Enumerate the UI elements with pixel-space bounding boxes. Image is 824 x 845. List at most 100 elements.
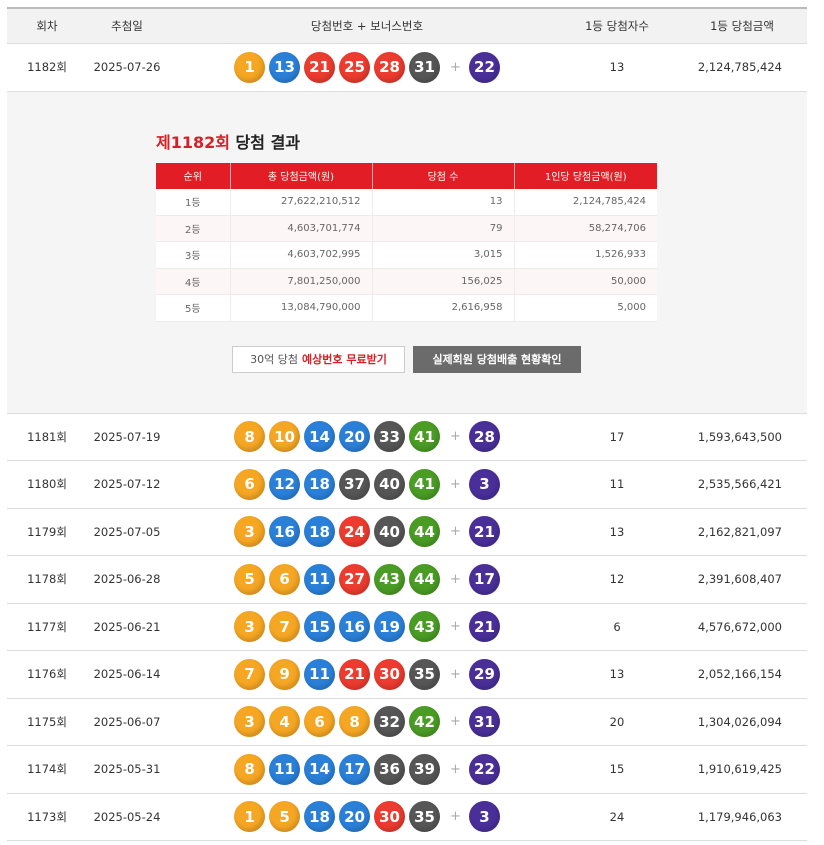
number-ball: 12 <box>269 468 301 500</box>
draw-round: 1175회 <box>27 714 67 729</box>
draw-date: 2025-07-19 <box>93 429 161 444</box>
number-ball: 19 <box>374 611 406 643</box>
prize-row: 3등 4,603,702,995 3,015 1,526,933 <box>156 241 657 269</box>
prize-cell: 2,124,785,424 <box>514 188 657 216</box>
draw-numbers: 1 13 21 25 28 31 +22 <box>167 51 567 83</box>
number-ball: 14 <box>304 421 336 453</box>
number-ball: 35 <box>409 801 441 833</box>
number-ball: 27 <box>339 563 371 595</box>
draw-date: 2025-05-24 <box>93 809 161 824</box>
prize-cell: 4등 <box>156 268 231 295</box>
draw-round: 1173회 <box>27 809 67 824</box>
draw-row[interactable]: 1180회 2025-07-12 6 12 18 37 40 41 +3 11 2,535,… <box>7 461 807 509</box>
number-ball: 20 <box>339 421 371 453</box>
plus-sign: + <box>450 666 461 682</box>
prize-cell: 4,603,701,774 <box>230 215 373 242</box>
draw-row[interactable]: 1174회 2025-05-31 8 11 14 17 36 39 +22 15 1,910… <box>7 746 807 794</box>
number-ball: 11 <box>269 753 301 785</box>
prize-cell: 156,025 <box>372 268 515 295</box>
number-ball: 1 <box>234 801 266 833</box>
prize-row: 4등 7,801,250,000 156,025 50,000 <box>156 268 657 295</box>
number-ball: 3 <box>234 611 266 643</box>
prize-cell: 3등 <box>156 241 231 269</box>
bonus-ball: 28 <box>468 421 500 453</box>
draw-date: 2025-06-07 <box>93 714 161 729</box>
free-prediction-accent: 예상번호 무료받기 <box>302 353 387 366</box>
draw-winners: 20 <box>609 714 625 729</box>
number-ball: 7 <box>234 658 266 690</box>
number-ball: 43 <box>374 563 406 595</box>
draw-winners: 6 <box>613 619 621 634</box>
number-ball: 11 <box>304 563 336 595</box>
number-ball: 21 <box>304 51 336 83</box>
plus-sign: + <box>450 59 461 75</box>
plus-sign: + <box>450 571 461 587</box>
draw-date: 2025-07-05 <box>93 524 161 539</box>
number-ball: 8 <box>234 421 266 453</box>
draw-prize: 1,593,643,500 <box>697 429 782 444</box>
draw-numbers: 8 11 14 17 36 39 +22 <box>167 753 567 785</box>
prize-cell: 5,000 <box>514 294 657 322</box>
draw-prize: 1,910,619,425 <box>697 762 782 777</box>
draw-numbers: 3 16 18 24 40 44 +21 <box>167 516 567 548</box>
prize-cell: 2,616,958 <box>372 294 515 322</box>
number-ball: 6 <box>269 563 301 595</box>
draw-numbers: 6 12 18 37 40 41 +3 <box>167 468 567 500</box>
number-ball: 30 <box>374 801 406 833</box>
col-total-prize: 총 당첨금액(원) <box>230 162 373 189</box>
draw-round: 1179회 <box>27 524 67 539</box>
draw-row[interactable]: 1178회 2025-06-28 5 6 11 27 43 44 +17 12 2,391,… <box>7 556 807 604</box>
draw-numbers: 1 5 18 20 30 35 +3 <box>167 801 567 833</box>
draw-prize: 2,052,166,154 <box>697 667 782 682</box>
number-ball: 16 <box>339 611 371 643</box>
draw-numbers: 3 4 6 8 32 42 +31 <box>167 706 567 738</box>
plus-sign: + <box>450 524 461 540</box>
prize-row: 5등 13,084,790,000 2,616,958 5,000 <box>156 294 657 322</box>
prize-cell: 7,801,250,000 <box>230 268 373 295</box>
col-per-person: 1인당 당첨금액(원) <box>514 162 657 189</box>
number-ball: 30 <box>374 658 406 690</box>
draw-round: 1176회 <box>27 667 67 682</box>
plus-sign: + <box>450 809 461 825</box>
draw-prize: 1,304,026,094 <box>697 714 782 729</box>
number-ball: 36 <box>374 753 406 785</box>
draw-winners: 11 <box>609 477 625 492</box>
free-prediction-button[interactable]: 30억 당첨 예상번호 무료받기 <box>232 345 405 373</box>
prize-breakdown-table: 순위 총 당첨금액(원) 당첨 수 1인당 당첨금액(원) 1등 27,622,2… <box>156 162 657 322</box>
draw-rows: 1182회 2025-07-26 1 13 21 25 28 31 +22 13 2,124… <box>7 44 807 841</box>
detail-title-round: 제1182회 <box>156 132 230 152</box>
number-ball: 18 <box>304 801 336 833</box>
draw-prize: 2,162,821,097 <box>697 524 782 539</box>
detail-title: 제1182회 당첨 결과 <box>156 129 300 153</box>
prize-cell: 50,000 <box>514 268 657 295</box>
number-ball: 1 <box>234 51 266 83</box>
draw-row[interactable]: 1179회 2025-07-05 3 16 18 24 40 44 +21 13 2,162… <box>7 509 807 556</box>
free-prediction-prefix: 30억 당첨 <box>250 353 299 366</box>
draw-row[interactable]: 1173회 2025-05-24 1 5 18 20 30 35 +3 24 1,179,9… <box>7 794 807 841</box>
draw-row[interactable]: 1176회 2025-06-14 7 9 11 21 30 35 +29 13 2,052,… <box>7 651 807 699</box>
bonus-ball: 21 <box>468 611 500 643</box>
draw-row[interactable]: 1177회 2025-06-21 3 7 15 16 19 43 +21 6 4,576,6… <box>7 604 807 651</box>
number-ball: 21 <box>339 658 371 690</box>
draw-winners: 24 <box>609 809 625 824</box>
plus-sign: + <box>450 429 461 445</box>
prize-cell: 1등 <box>156 188 231 216</box>
number-ball: 40 <box>374 468 406 500</box>
draw-row[interactable]: 1181회 2025-07-19 8 10 14 20 33 41 +28 17 1,593… <box>7 414 807 461</box>
draw-round: 1178회 <box>27 572 67 587</box>
draw-row[interactable]: 1182회 2025-07-26 1 13 21 25 28 31 +22 13 2,124… <box>7 44 807 92</box>
bonus-ball: 17 <box>468 563 500 595</box>
number-ball: 43 <box>409 611 441 643</box>
number-ball: 17 <box>339 753 371 785</box>
draw-date: 2025-06-14 <box>93 667 161 682</box>
header-numbers: 당첨번호 + 보너스번호 <box>310 19 424 33</box>
number-ball: 35 <box>409 658 441 690</box>
draw-numbers: 7 9 11 21 30 35 +29 <box>167 658 567 690</box>
member-winners-button[interactable]: 실제회원 당첨배출 현황확인 <box>413 345 581 373</box>
draw-row[interactable]: 1175회 2025-06-07 3 4 6 8 32 42 +31 20 1,304,02… <box>7 699 807 746</box>
bonus-ball: 3 <box>468 801 500 833</box>
draw-prize: 4,576,672,000 <box>697 619 782 634</box>
number-ball: 18 <box>304 468 336 500</box>
number-ball: 24 <box>339 516 371 548</box>
draw-date: 2025-07-12 <box>93 477 161 492</box>
